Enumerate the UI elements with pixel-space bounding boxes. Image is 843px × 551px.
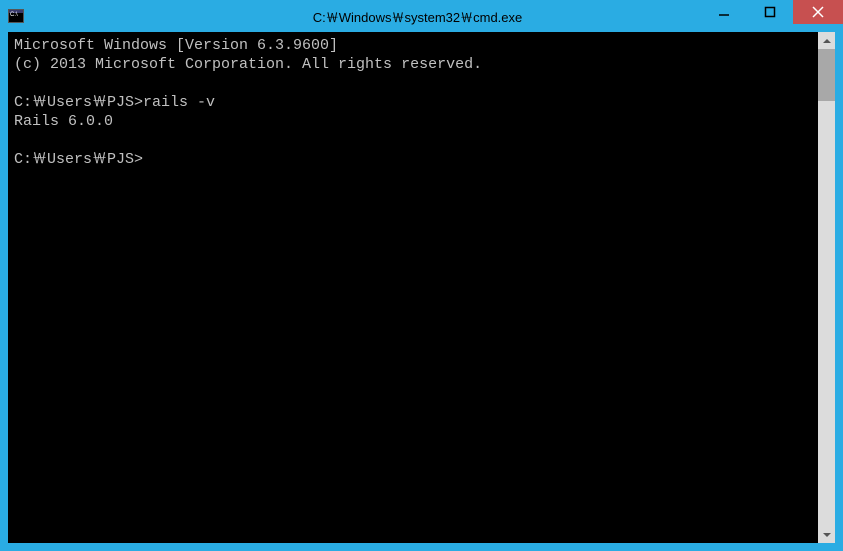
minimize-button[interactable] <box>701 0 747 24</box>
scrollbar-thumb[interactable] <box>818 49 835 101</box>
client-area: Microsoft Windows [Version 6.3.9600] (c)… <box>8 32 835 543</box>
vertical-scrollbar[interactable] <box>818 32 835 543</box>
scrollbar-down-arrow[interactable] <box>818 526 835 543</box>
console-output[interactable]: Microsoft Windows [Version 6.3.9600] (c)… <box>8 32 818 543</box>
close-button[interactable] <box>793 0 843 24</box>
scrollbar-up-arrow[interactable] <box>818 32 835 49</box>
maximize-button[interactable] <box>747 0 793 24</box>
window-controls <box>701 0 843 24</box>
cmd-window: C:\ C:￦Windows￦system32￦cmd.exe Microsof… <box>0 0 843 551</box>
titlebar[interactable]: C:\ C:￦Windows￦system32￦cmd.exe <box>0 0 843 32</box>
